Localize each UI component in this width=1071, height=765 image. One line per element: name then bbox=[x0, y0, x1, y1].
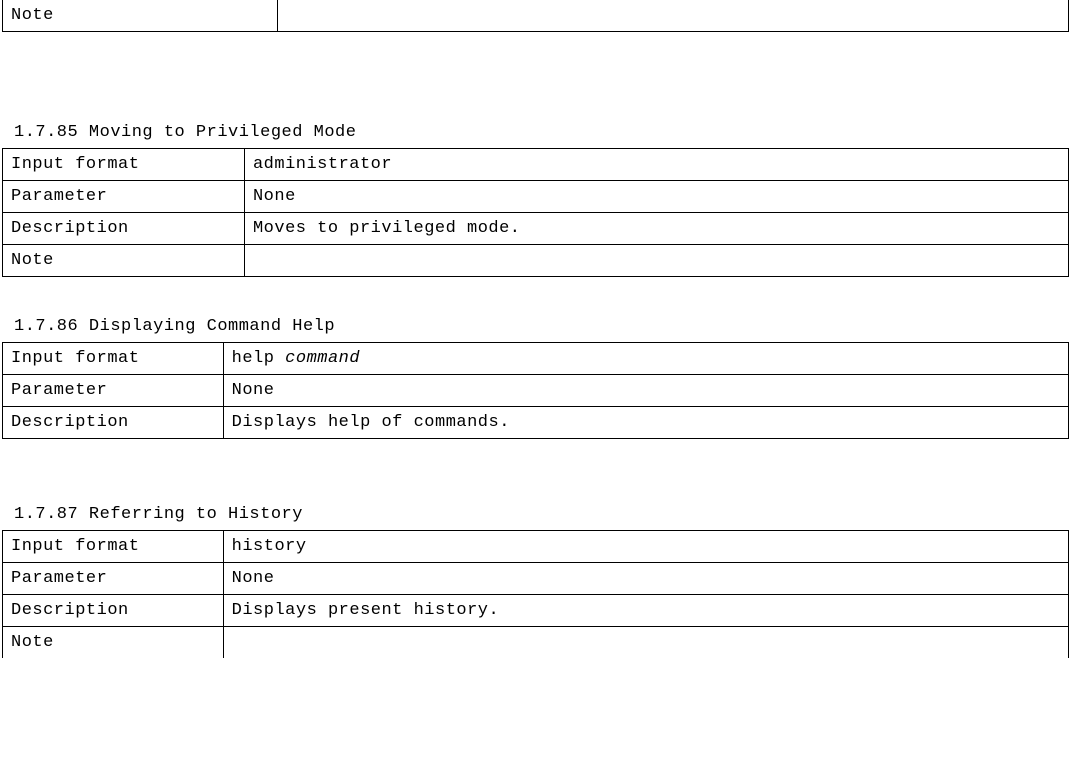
command-table: Input format history Parameter None Desc… bbox=[2, 530, 1069, 658]
parameter-value: None bbox=[223, 563, 1068, 595]
table-row: Input format history bbox=[3, 531, 1069, 563]
input-format-prefix: help bbox=[232, 349, 286, 368]
table-row: Description Displays help of commands. bbox=[3, 407, 1069, 439]
section-1-7-87: 1.7.87 Referring to History Input format… bbox=[0, 499, 1071, 658]
section-1-7-85: 1.7.85 Moving to Privileged Mode Input f… bbox=[0, 117, 1071, 277]
table-row: Description Moves to privileged mode. bbox=[3, 213, 1069, 245]
table-row: Input format administrator bbox=[3, 149, 1069, 181]
table-row: Note bbox=[3, 627, 1069, 659]
previous-section-fragment: Note bbox=[0, 0, 1071, 32]
fragment-table: Note bbox=[2, 0, 1069, 32]
input-format-label: Input format bbox=[3, 149, 245, 181]
note-label: Note bbox=[3, 627, 224, 659]
table-row: Parameter None bbox=[3, 375, 1069, 407]
table-row: Note bbox=[3, 0, 1069, 32]
section-heading: 1.7.86 Displaying Command Help bbox=[0, 311, 1071, 342]
section-heading: 1.7.85 Moving to Privileged Mode bbox=[0, 117, 1071, 148]
table-row: Description Displays present history. bbox=[3, 595, 1069, 627]
command-table: Input format help command Parameter None… bbox=[2, 342, 1069, 439]
table-row: Parameter None bbox=[3, 181, 1069, 213]
input-format-italic: command bbox=[285, 349, 360, 368]
description-label: Description bbox=[3, 595, 224, 627]
input-format-value: history bbox=[223, 531, 1068, 563]
input-format-value: administrator bbox=[244, 149, 1068, 181]
description-label: Description bbox=[3, 407, 224, 439]
table-row: Note bbox=[3, 245, 1069, 277]
description-value: Moves to privileged mode. bbox=[244, 213, 1068, 245]
description-label: Description bbox=[3, 213, 245, 245]
note-label: Note bbox=[3, 245, 245, 277]
section-1-7-86: 1.7.86 Displaying Command Help Input for… bbox=[0, 311, 1071, 439]
description-value: Displays help of commands. bbox=[223, 407, 1068, 439]
note-label-cell: Note bbox=[3, 0, 278, 32]
parameter-label: Parameter bbox=[3, 375, 224, 407]
command-table: Input format administrator Parameter Non… bbox=[2, 148, 1069, 277]
note-value bbox=[223, 627, 1068, 659]
parameter-label: Parameter bbox=[3, 563, 224, 595]
note-value-cell bbox=[278, 0, 1069, 32]
parameter-value: None bbox=[223, 375, 1068, 407]
parameter-value: None bbox=[244, 181, 1068, 213]
parameter-label: Parameter bbox=[3, 181, 245, 213]
table-row: Input format help command bbox=[3, 343, 1069, 375]
description-value: Displays present history. bbox=[223, 595, 1068, 627]
section-heading: 1.7.87 Referring to History bbox=[0, 499, 1071, 530]
input-format-label: Input format bbox=[3, 343, 224, 375]
input-format-label: Input format bbox=[3, 531, 224, 563]
table-row: Parameter None bbox=[3, 563, 1069, 595]
note-value bbox=[244, 245, 1068, 277]
input-format-value: help command bbox=[223, 343, 1068, 375]
